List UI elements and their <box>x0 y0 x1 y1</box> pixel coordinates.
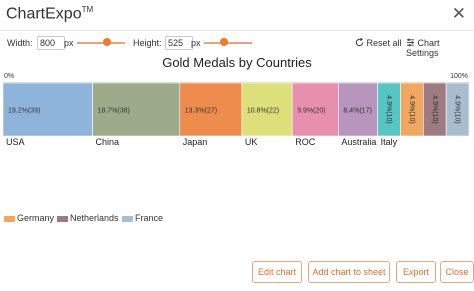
data-label-australia: 8.4%(17) <box>343 108 371 115</box>
data-label-usa: 19.2%(39) <box>8 108 40 115</box>
category-label-japan: Japan <box>183 137 208 147</box>
data-label-roc: 9.9%(20) <box>297 108 325 115</box>
category-label-italy: Italy <box>381 137 398 147</box>
category-label-australia: Australia <box>341 137 376 147</box>
legend-swatch <box>4 215 15 222</box>
legend-label: Germany <box>17 213 55 223</box>
edit-chart-button[interactable]: Edit chart <box>252 261 302 283</box>
add-chart-to-sheet-button[interactable]: Add chart to sheet <box>308 261 390 283</box>
export-button[interactable]: Export <box>396 261 436 283</box>
stacked-bar-chart: 19.2%(39) USA 18.7%(38) China 13.3%(27) Japan… <box>2 82 470 147</box>
category-label-uk: UK <box>245 137 258 147</box>
close-button[interactable]: Close <box>440 261 474 283</box>
legend-item-france[interactable]: France <box>122 213 163 223</box>
legend-label: France <box>135 213 164 223</box>
legend-item-netherlands[interactable]: Netherlands <box>57 213 119 223</box>
category-label-usa: USA <box>6 137 25 147</box>
data-label-china: 18.7%(38) <box>98 108 130 115</box>
data-label-uk: 10.8%(22) <box>247 108 279 115</box>
legend-swatch <box>57 215 68 222</box>
data-label-japan: 13.3%(27) <box>185 108 217 115</box>
data-label-germany: 4.9%(10) <box>408 95 415 123</box>
data-label-france: 4.9%(10) <box>454 95 461 123</box>
category-label-china: China <box>96 137 120 147</box>
legend-item-germany[interactable]: Germany <box>4 213 54 223</box>
data-label-italy: 4.9%(10) <box>385 95 392 123</box>
legend-label: Netherlands <box>70 213 119 223</box>
legend-swatch <box>122 215 133 222</box>
data-label-netherlands: 4.9%(10) <box>431 95 438 123</box>
category-label-roc: ROC <box>295 137 316 147</box>
